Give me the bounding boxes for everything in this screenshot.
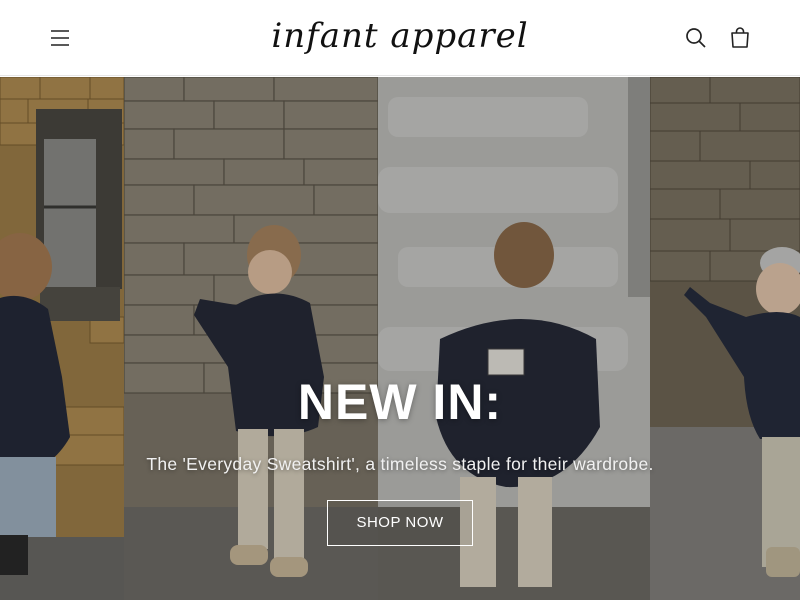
hero-heading: NEW IN:	[297, 374, 503, 430]
hero-banner: NEW IN: The 'Everyday Sweatshirt', a tim…	[0, 77, 800, 600]
search-icon	[686, 28, 706, 48]
hero-subheading: The 'Everyday Sweatshirt', a timeless st…	[146, 454, 654, 474]
shopping-bag-icon	[731, 27, 749, 48]
logo[interactable]: infant apparel	[260, 6, 540, 66]
menu-button[interactable]	[44, 22, 76, 54]
site-header: infant apparel	[0, 0, 800, 76]
cart-button[interactable]	[724, 22, 756, 54]
search-button[interactable]	[680, 22, 712, 54]
shop-now-button[interactable]: SHOP NOW	[327, 500, 473, 546]
hamburger-menu-icon	[51, 30, 69, 46]
